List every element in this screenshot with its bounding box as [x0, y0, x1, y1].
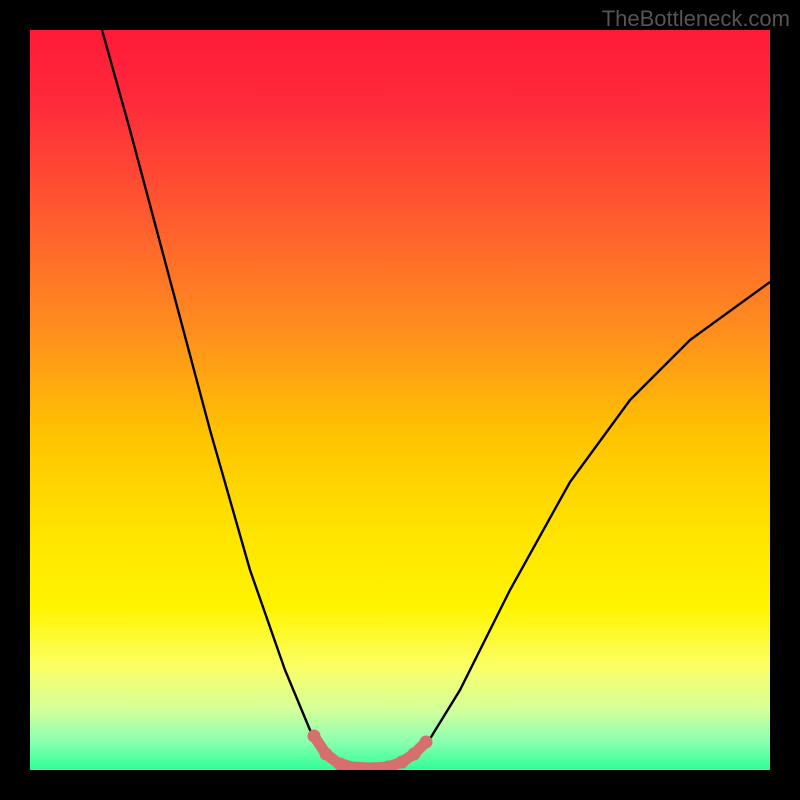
gradient-background: [30, 30, 770, 770]
optimal-dot: [396, 756, 409, 769]
optimal-dot: [308, 730, 321, 743]
optimal-dot: [334, 758, 347, 771]
optimal-dot: [320, 748, 333, 761]
plot-area: [30, 30, 770, 770]
chart-frame: TheBottleneck.com: [0, 0, 800, 800]
optimal-dot: [420, 736, 433, 749]
watermark-text: TheBottleneck.com: [602, 6, 790, 32]
optimal-dot: [408, 748, 421, 761]
chart-svg: [30, 30, 770, 770]
